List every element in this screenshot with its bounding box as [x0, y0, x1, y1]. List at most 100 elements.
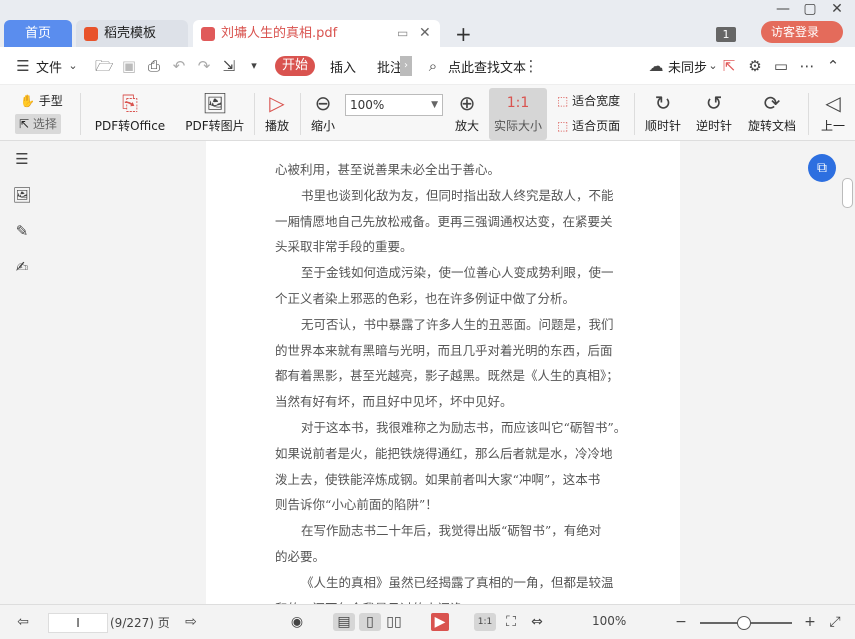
hand-tool-button[interactable]: ✋ 手型	[20, 91, 63, 111]
cloud-sync-icon[interactable]: ☁	[647, 57, 665, 75]
menu-insert[interactable]: 插入	[330, 57, 356, 76]
menu-bar: ☰ 文件 ⌄ 🗁 ▣ ⎙ ↶ ↷ ⇲ ▾ 开始 插入 批注 › ⌕ 点此查找文本…	[0, 47, 855, 85]
tab-document[interactable]: 刘墉人生的真相.pdf ▭ ✕	[193, 20, 440, 47]
eye-protection-icon[interactable]: ◉	[288, 613, 306, 631]
prev-label: 上一	[820, 119, 845, 133]
divider	[80, 93, 81, 135]
fit-page-label: 适合页面	[572, 119, 621, 133]
chevron-down-icon[interactable]: ⌄	[64, 57, 82, 75]
pdf-file-icon	[201, 27, 215, 41]
left-sidebar: ☰ 🖼 ✎ ✍	[0, 141, 44, 604]
zoom-dropdown-icon[interactable]: ▼	[431, 95, 438, 115]
hamburger-icon[interactable]: ☰	[14, 57, 32, 75]
close-window-icon[interactable]: ✕	[824, 0, 850, 18]
signature-icon[interactable]: ✍	[12, 257, 32, 277]
more-vertical-icon[interactable]: ⋮	[522, 57, 540, 75]
rotate-ccw-button[interactable]: ↺ 逆时针	[694, 89, 734, 137]
annotation-pen-icon[interactable]: ✎	[12, 221, 32, 241]
text-line: 的世界本来就有黑暗与光明，而且几乎对着光明的东西，后面	[275, 342, 613, 358]
floating-tool-button[interactable]: ⧉	[808, 154, 836, 182]
rotate-doc-button[interactable]: ⟳ 旋转文档	[746, 89, 798, 137]
pdf-to-office-icon: ⎘	[122, 91, 138, 115]
new-tab-icon[interactable]: +	[455, 22, 472, 46]
share-icon[interactable]: ⇱	[720, 57, 738, 75]
floating-tool-icon: ⧉	[817, 160, 827, 176]
zoom-select[interactable]: 100% ▼	[345, 94, 443, 116]
rotate-doc-icon: ⟳	[763, 91, 781, 115]
window-restore-icon[interactable]: ▭	[397, 20, 408, 47]
tab-home[interactable]: 首页	[4, 20, 72, 47]
save-icon[interactable]: ▣	[120, 57, 138, 75]
more-horizontal-icon[interactable]: ⋯	[798, 57, 816, 75]
text-line: 无可否认，书中暴露了许多人生的丑恶面。问题是，我们	[301, 316, 614, 332]
page-number-input[interactable]: I	[48, 613, 108, 633]
scrollbar-thumb[interactable]	[842, 178, 853, 208]
settings-icon[interactable]: ⚙	[746, 57, 764, 75]
single-page-icon[interactable]: ▤	[333, 613, 355, 631]
play-button[interactable]: ▷ 播放	[260, 89, 294, 137]
zoom-in-button[interactable]: ⊕ 放大	[450, 89, 484, 137]
pdf-to-office-label: PDF转Office	[94, 119, 166, 133]
search-field[interactable]: 点此查找文本	[448, 57, 526, 76]
divider	[634, 93, 635, 135]
menu-start[interactable]: 开始	[275, 56, 315, 76]
select-tool-button[interactable]: ⇱ 选择	[15, 114, 61, 134]
open-folder-icon[interactable]: 🗁	[95, 57, 114, 75]
redo-icon[interactable]: ↷	[195, 57, 213, 75]
login-button[interactable]: 访客登录	[761, 21, 843, 43]
menu-scroll-right-icon[interactable]: ›	[400, 56, 412, 76]
outline-icon[interactable]: ☰	[12, 149, 32, 169]
zoom-slider-handle[interactable]	[737, 616, 751, 630]
print-icon[interactable]: ⎙	[145, 57, 163, 75]
comment-icon[interactable]: ▭	[772, 57, 790, 75]
next-page-icon[interactable]: ⇨	[182, 613, 200, 631]
more-dropdown-icon[interactable]: ▾	[245, 57, 263, 75]
thumbnail-icon[interactable]: 🖼	[12, 185, 32, 205]
text-line: 对于这本书，我很难称之为励志书，而应该叫它“砺智书”。	[301, 420, 627, 435]
cursor-icon: ⇱	[19, 117, 30, 131]
zoom-level: 100%	[592, 614, 627, 628]
zoom-out-button[interactable]: ⊖ 缩小	[306, 89, 340, 137]
fit-width-button[interactable]: ⬚ 适合宽度	[557, 91, 620, 111]
tab-close-icon[interactable]: ✕	[419, 20, 431, 47]
fullscreen-icon[interactable]: ⤢	[826, 613, 844, 631]
text-line: 当然有好有坏，而且好中见坏，坏中见好。	[275, 394, 513, 410]
sync-status[interactable]: 未同步	[668, 57, 707, 76]
rotate-ccw-label: 逆时针	[695, 119, 732, 133]
tab-bar: 首页 稻壳模板 刘墉人生的真相.pdf ▭ ✕ + 1 访客登录 — ▢ ✕	[0, 0, 855, 47]
rotate-ccw-icon: ↺	[705, 91, 723, 115]
rotate-cw-button[interactable]: ↻ 顺时针	[643, 89, 683, 137]
search-icon[interactable]: ⌕	[424, 57, 442, 75]
divider	[254, 93, 255, 135]
play-label: 播放	[264, 119, 289, 133]
undo-icon[interactable]: ↶	[170, 57, 188, 75]
prev-button[interactable]: ◁ 上一	[816, 89, 850, 137]
zoom-in-icon: ⊕	[458, 91, 476, 115]
text-line: 个正义者染上邪恶的色彩，也在许多例证中做了分析。	[275, 291, 576, 306]
ribbon-toolbar: ✋ 手型 ⇱ 选择 ⎘ PDF转Office 🖼 PDF转图片 ▷ 播放 ⊖ 缩…	[0, 85, 855, 141]
maximize-icon[interactable]: ▢	[797, 0, 823, 18]
window-count-badge[interactable]: 1	[716, 27, 736, 42]
continuous-page-icon[interactable]: ▯	[359, 613, 381, 631]
fit-page-status-icon[interactable]: ⛶	[502, 613, 520, 631]
menu-file[interactable]: 文件	[36, 57, 62, 76]
vertical-scrollbar[interactable]	[840, 141, 855, 604]
pdf-to-office-button[interactable]: ⎘ PDF转Office	[90, 89, 170, 137]
zoom-out-status-icon[interactable]: −	[672, 613, 690, 631]
collapse-ribbon-icon[interactable]: ⌃	[824, 57, 842, 75]
actual-size-status-icon[interactable]: 1:1	[474, 613, 496, 631]
two-page-icon[interactable]: ▯▯	[385, 613, 403, 631]
actual-size-button[interactable]: 1:1 实际大小	[489, 88, 547, 140]
pdf-to-image-button[interactable]: 🖼 PDF转图片	[183, 89, 247, 137]
play-icon: ▷	[269, 91, 285, 115]
zoom-in-status-icon[interactable]: +	[801, 613, 819, 631]
fit-page-button[interactable]: ⬚ 适合页面	[557, 116, 620, 136]
fit-width-status-icon[interactable]: ⇔	[528, 613, 546, 631]
minimize-icon[interactable]: —	[770, 0, 796, 18]
select-tool-label: 选择	[32, 117, 57, 131]
tab-template[interactable]: 稻壳模板	[76, 20, 188, 47]
text-line: 的必要。	[275, 549, 326, 564]
play-slideshow-icon[interactable]: ▶	[431, 613, 449, 631]
export-icon[interactable]: ⇲	[220, 57, 238, 75]
prev-page-icon[interactable]: ⇦	[14, 613, 32, 631]
